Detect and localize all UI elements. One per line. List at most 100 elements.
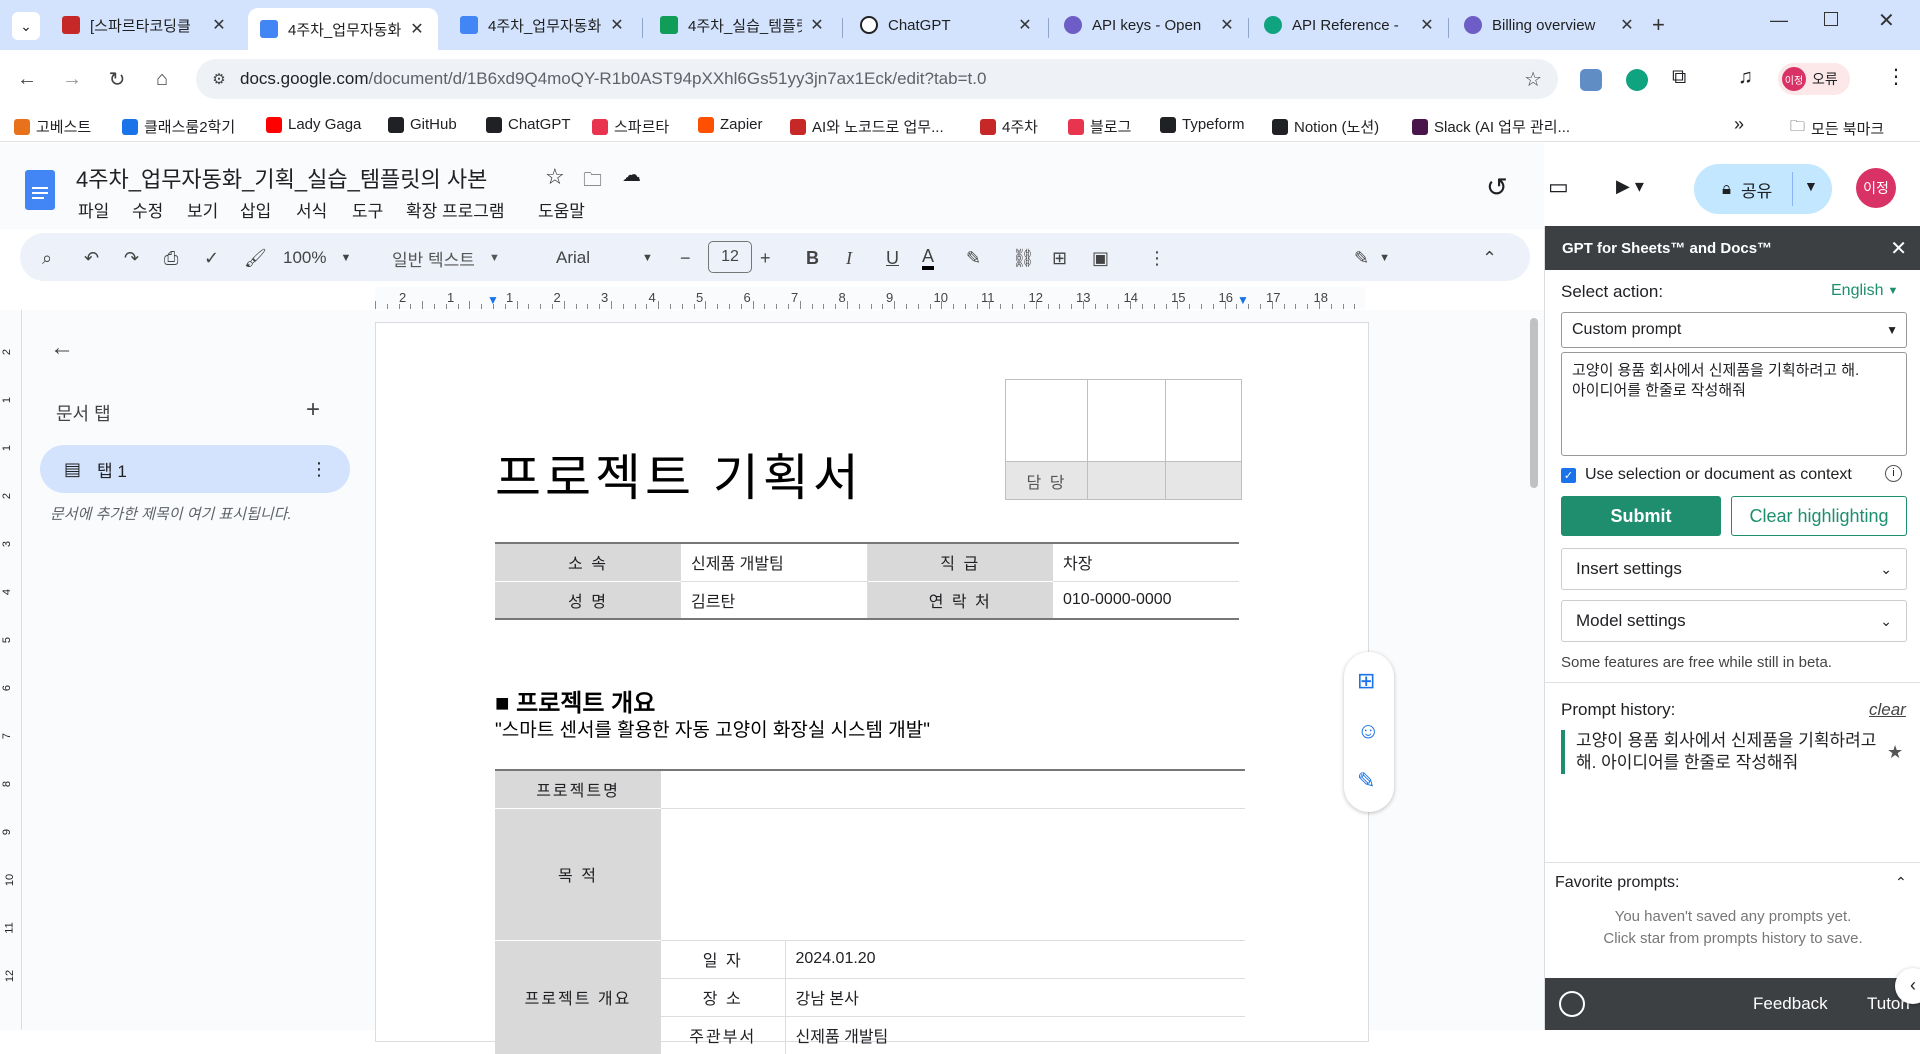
right-indent-marker[interactable]: ▼ bbox=[1237, 293, 1249, 307]
bold-icon[interactable]: B bbox=[806, 246, 819, 270]
menu-item[interactable]: 삽입 bbox=[240, 197, 271, 222]
model-settings-accordion[interactable]: Model settings ⌄ bbox=[1561, 600, 1907, 642]
horizontal-ruler[interactable]: 2 1 1 2 3 4 5 6 7 8 9 10 11 12 13 14 15 16 17 18 ▼ ▼ bbox=[375, 287, 1365, 309]
bookmark-item[interactable]: Notion (노션) bbox=[1272, 116, 1379, 137]
close-tab-icon[interactable]: ✕ bbox=[210, 15, 228, 35]
bookmark-item[interactable]: 고베스트 bbox=[14, 116, 91, 137]
bookmark-item[interactable]: Typeform bbox=[1160, 116, 1245, 133]
checkbox-checked-icon[interactable]: ✓ bbox=[1561, 467, 1576, 483]
search-menus-icon[interactable]: ⌕ bbox=[42, 246, 52, 270]
document-title[interactable]: 4주차_업무자동화_기획_실습_템플릿의 사본 bbox=[76, 162, 487, 194]
all-bookmarks-folder[interactable]: 🗀 모든 북마크 bbox=[1790, 116, 1884, 141]
maximize-button[interactable] bbox=[1824, 12, 1838, 26]
close-icon[interactable]: ✕ bbox=[1890, 236, 1907, 261]
add-tab-icon[interactable]: + bbox=[306, 396, 320, 424]
submit-button[interactable]: Submit bbox=[1561, 496, 1721, 536]
new-tab-button[interactable]: + bbox=[1652, 12, 1665, 38]
text-color-icon[interactable]: A bbox=[922, 246, 935, 270]
context-checkbox[interactable]: ✓ Use selection or document as context bbox=[1561, 466, 1852, 484]
bookmark-item[interactable]: Lady Gaga bbox=[266, 116, 361, 133]
decrease-font-size-icon[interactable]: − bbox=[680, 246, 691, 270]
menu-item[interactable]: 확장 프로그램 bbox=[406, 197, 505, 222]
bookmark-item[interactable]: 4주차 bbox=[980, 116, 1038, 137]
cloud-status-icon[interactable]: ☁ bbox=[622, 164, 641, 187]
move-folder-icon[interactable]: 🗀 bbox=[583, 166, 602, 198]
browser-tab[interactable]: API Reference - ✕ bbox=[1252, 8, 1448, 42]
close-tab-icon[interactable]: ✕ bbox=[1618, 15, 1636, 35]
extension-icon[interactable] bbox=[1580, 69, 1602, 91]
highlight-color-icon[interactable]: ✎ bbox=[966, 246, 981, 270]
home-icon[interactable]: ⌂ bbox=[145, 62, 179, 96]
undo-icon[interactable]: ↶ bbox=[84, 246, 99, 270]
tab-search-button[interactable]: ⌄ bbox=[12, 12, 40, 40]
comments-icon[interactable]: ▭ bbox=[1548, 174, 1569, 200]
close-tab-icon[interactable]: ✕ bbox=[808, 15, 826, 35]
browser-tab[interactable]: [스파르타코딩클 ✕ bbox=[50, 8, 240, 42]
minimize-button[interactable]: — bbox=[1770, 10, 1788, 31]
site-info-icon[interactable]: ⚙ bbox=[202, 70, 236, 88]
menu-item[interactable]: 서식 bbox=[296, 197, 327, 222]
extension-icon[interactable] bbox=[1626, 69, 1648, 91]
bookmark-item[interactable]: Slack (AI 업무 관리... bbox=[1412, 116, 1570, 137]
avatar[interactable]: 이정 bbox=[1856, 168, 1896, 208]
close-tab-icon[interactable]: ✕ bbox=[408, 19, 426, 39]
add-comment-icon[interactable]: ⊞ bbox=[1357, 668, 1375, 694]
browser-tab-active[interactable]: 4주차_업무자동화 ✕ bbox=[248, 8, 438, 50]
info-icon[interactable]: i bbox=[1885, 465, 1902, 482]
insert-settings-accordion[interactable]: Insert settings ⌄ bbox=[1561, 548, 1907, 590]
scrollbar-thumb[interactable] bbox=[1530, 318, 1538, 488]
menu-item[interactable]: 도움말 bbox=[538, 197, 585, 222]
browser-tab[interactable]: ChatGPT ✕ bbox=[848, 8, 1046, 42]
clear-history-link[interactable]: clear bbox=[1869, 700, 1906, 720]
suggest-edits-icon[interactable]: ✎ bbox=[1357, 768, 1375, 794]
star-icon[interactable]: ☆ bbox=[545, 164, 565, 190]
close-tab-icon[interactable]: ✕ bbox=[1418, 15, 1436, 35]
browser-tab[interactable]: Billing overview ✕ bbox=[1452, 8, 1648, 42]
back-arrow-icon[interactable]: ← bbox=[50, 334, 74, 362]
browser-menu-icon[interactable]: ⋮ bbox=[1886, 64, 1906, 89]
paint-format-icon[interactable]: 🖌︎ bbox=[244, 246, 267, 270]
left-indent-marker[interactable]: ▼ bbox=[487, 293, 499, 307]
favorite-star-icon[interactable]: ★ bbox=[1887, 742, 1903, 763]
bookmark-item[interactable]: Zapier bbox=[698, 116, 763, 133]
more-options-icon[interactable]: ⋮ bbox=[1148, 246, 1166, 270]
bookmark-item[interactable]: 스파르타 bbox=[592, 116, 669, 137]
bookmark-item[interactable]: 클래스룸2학기 bbox=[122, 116, 235, 137]
menu-item[interactable]: 파일 bbox=[78, 197, 109, 222]
profile-button[interactable]: 이정 오류 bbox=[1778, 63, 1850, 95]
font-select[interactable]: Arial ▼ bbox=[556, 246, 653, 270]
reload-icon[interactable]: ↻ bbox=[100, 62, 134, 96]
clear-highlighting-button[interactable]: Clear highlighting bbox=[1731, 496, 1907, 536]
history-item[interactable]: 고양이 용품 회사에서 신제품을 기획하려고 해. 아이디어를 한줄로 작성해줘 bbox=[1561, 730, 1881, 774]
more-bookmarks-icon[interactable]: » bbox=[1734, 114, 1744, 135]
browser-tab[interactable]: 4주차_실습_템플릿 ✕ bbox=[648, 8, 838, 42]
language-select[interactable]: English ▼ bbox=[1831, 282, 1898, 300]
extensions-puzzle-icon[interactable]: ⧉ bbox=[1672, 66, 1686, 89]
redo-icon[interactable]: ↷ bbox=[124, 246, 139, 270]
increase-font-size-icon[interactable]: + bbox=[760, 246, 771, 270]
more-vert-icon[interactable]: ⋮ bbox=[310, 459, 328, 480]
bookmark-item[interactable]: GitHub bbox=[388, 116, 457, 133]
meet-icon[interactable]: ▶ ▾ bbox=[1616, 176, 1644, 197]
browser-tab[interactable]: 4주차_업무자동화 ✕ bbox=[448, 8, 638, 42]
insert-link-icon[interactable]: ⛓︎ bbox=[1012, 246, 1035, 270]
feedback-link[interactable]: Feedback bbox=[1753, 994, 1828, 1014]
editing-mode-icon[interactable]: ✎ ▼ bbox=[1354, 246, 1390, 270]
close-window-button[interactable]: ✕ bbox=[1878, 8, 1895, 33]
share-button[interactable]: 🔒︎ 공유 ▼ bbox=[1694, 164, 1832, 214]
back-icon[interactable]: ← bbox=[10, 62, 44, 96]
media-control-icon[interactable]: ♫ bbox=[1738, 66, 1753, 89]
bookmark-item[interactable]: 블로그 bbox=[1068, 116, 1131, 137]
insert-image-icon[interactable]: ▣ bbox=[1092, 246, 1109, 270]
hide-menus-icon[interactable]: ⌃ bbox=[1482, 246, 1497, 270]
emoji-reaction-icon[interactable]: ☺ bbox=[1357, 718, 1379, 744]
menu-item[interactable]: 도구 bbox=[352, 197, 383, 222]
browser-tab[interactable]: API keys - Open ✕ bbox=[1052, 8, 1248, 42]
bookmark-item[interactable]: ChatGPT bbox=[486, 116, 571, 133]
url-input[interactable]: ⚙ docs.google.com /document/d/1B6xd9Q4mo… bbox=[196, 59, 1558, 99]
action-select[interactable]: Custom prompt ▼ bbox=[1561, 312, 1907, 348]
underline-icon[interactable]: U bbox=[886, 246, 899, 270]
menu-item[interactable]: 수정 bbox=[132, 197, 163, 222]
vertical-ruler[interactable]: 2 1 1 2 3 4 5 6 7 8 9 10 11 12 bbox=[0, 310, 22, 1030]
close-tab-icon[interactable]: ✕ bbox=[1016, 15, 1034, 35]
